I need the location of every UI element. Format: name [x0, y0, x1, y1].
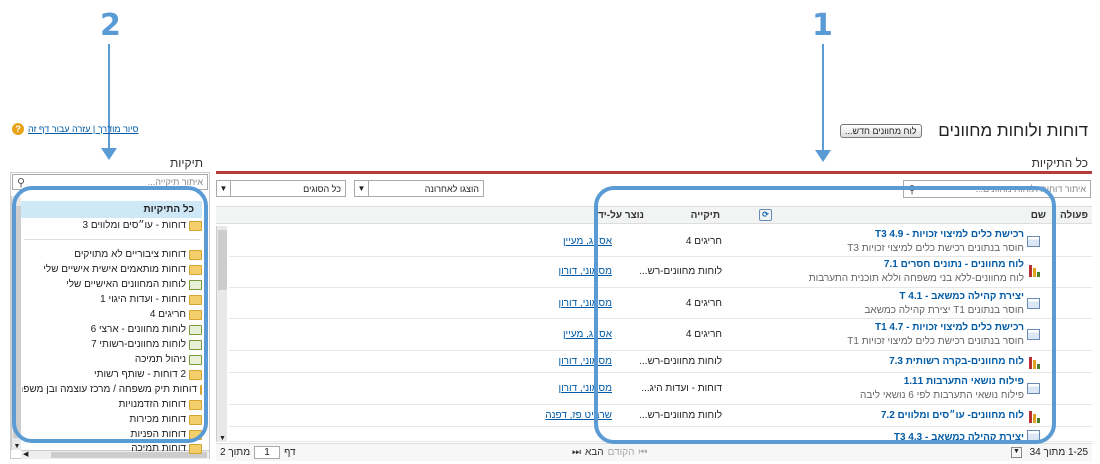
- page-number-input[interactable]: 1: [254, 446, 281, 459]
- table-vertical-scrollbar[interactable]: ▼: [216, 226, 227, 442]
- callout-number-1: 1: [812, 8, 833, 43]
- type-filter-select[interactable]: ▼ כל הסוגים: [216, 180, 346, 197]
- new-dashboard-button[interactable]: לוח מחוונים חדש...: [840, 124, 922, 138]
- callout-line-2: [108, 44, 110, 152]
- total-pages: מתוך 2: [220, 447, 251, 458]
- table-scrollbar-thumb[interactable]: [218, 230, 227, 290]
- type-filter-value[interactable]: כל הסוגים: [231, 184, 345, 194]
- column-action: פעולה: [1060, 210, 1088, 221]
- page-title: דוחות ולוחות מחוונים: [938, 121, 1088, 140]
- callout-frame-1: [594, 186, 1056, 444]
- range-select-chevron-icon[interactable]: ▼: [1011, 447, 1022, 458]
- last-page-icon[interactable]: ⏭: [572, 447, 581, 458]
- recent-filter-select[interactable]: ▼ הוצגו לאחרונה: [354, 180, 484, 197]
- pagination-bar: 1-25 מתוך 34 ▼ ⏮ הקודם הבא ⏭ דף 1 מתוך 2: [216, 443, 1092, 461]
- chevron-down-icon[interactable]: ▼: [355, 181, 369, 196]
- page-range: 1-25 מתוך 34: [1029, 447, 1088, 458]
- chevron-down-icon[interactable]: ▼: [217, 181, 231, 196]
- help-links[interactable]: סיור מודרך | עזרה עבור דף זה ?: [12, 123, 139, 135]
- first-page-icon[interactable]: ⏮: [638, 447, 647, 458]
- callout-number-2: 2: [100, 8, 121, 43]
- callout-arrow-2: [101, 148, 117, 160]
- callout-line-1: [822, 44, 824, 154]
- scroll-down-icon[interactable]: ▼: [217, 435, 228, 442]
- next-page-link[interactable]: הבא: [585, 447, 604, 458]
- header-rule: [216, 171, 1092, 174]
- help-circle-icon[interactable]: ?: [12, 123, 24, 135]
- sidebar-item-label[interactable]: דוחות תמיכה: [131, 443, 186, 454]
- prev-next-nav[interactable]: ⏮ הקודם הבא ⏭: [572, 447, 647, 458]
- scroll-down-icon[interactable]: ▼: [12, 443, 22, 450]
- prev-page-link[interactable]: הקודם: [608, 447, 635, 458]
- folder-icon: [189, 443, 202, 454]
- recent-filter-value[interactable]: הוצגו לאחרונה: [369, 184, 483, 194]
- callout-arrow-1: [815, 150, 831, 162]
- main-section-title: כל התיקיות: [1031, 156, 1088, 170]
- page-selector: דף 1 מתוך 2: [220, 446, 296, 459]
- help-links-text[interactable]: סיור מודרך | עזרה עבור דף זה: [28, 124, 139, 134]
- scroll-left-icon[interactable]: ◀: [23, 450, 28, 458]
- callout-frame-2: [12, 186, 208, 443]
- page-label: דף: [284, 447, 296, 458]
- sidebar-title: תיקיות: [170, 156, 204, 170]
- sidebar-item-support[interactable]: דוחות תמיכה: [131, 443, 202, 454]
